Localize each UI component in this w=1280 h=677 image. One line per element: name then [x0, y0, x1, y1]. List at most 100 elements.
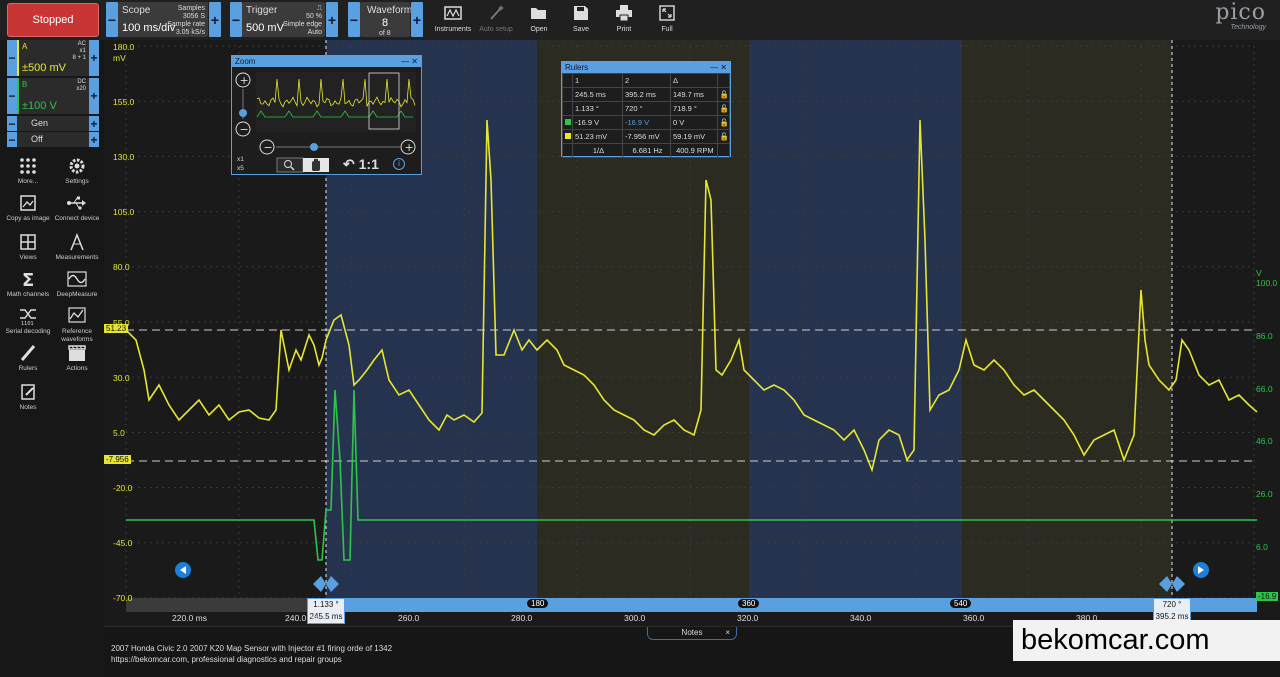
timebase-decrease-button[interactable]: −	[106, 2, 118, 37]
channel-b-range-decrease[interactable]: −	[7, 78, 17, 114]
svg-text:+: +	[405, 141, 414, 154]
notes-button[interactable]: Notes	[4, 383, 52, 412]
rulers-window-controls[interactable]: — ✕	[710, 62, 727, 73]
amplitude-ruler-2-badge[interactable]: -7.956	[104, 455, 131, 464]
run-stop-button[interactable]: Stopped	[7, 3, 99, 37]
channel-a-tick-label: 180.0	[113, 42, 135, 52]
generator-state-increase[interactable]: +	[89, 132, 99, 147]
timebase-increase-button[interactable]: +	[209, 2, 221, 37]
rulers-button[interactable]: Rulers	[4, 344, 52, 373]
channel-a-tick-label: 105.0	[113, 207, 135, 218]
scope-timebase-control[interactable]: Scope 100 ms/div Samples 3056 S Sample r…	[118, 2, 208, 37]
time-ruler-1-handle-left[interactable]	[313, 576, 326, 592]
waveform-label: Waveform	[367, 5, 413, 16]
rising-edge-icon: ⎍	[317, 5, 322, 12]
trigger-increase-button[interactable]: +	[326, 2, 338, 37]
generator-label: Gen	[17, 116, 89, 131]
channel-b-ruler-badge[interactable]: -16.9	[1256, 592, 1279, 601]
waveform-next-button[interactable]: +	[411, 2, 423, 37]
close-icon[interactable]: ×	[725, 627, 730, 639]
channel-b-unit: V	[1256, 268, 1262, 278]
lock-icon[interactable]: 🔓	[716, 115, 731, 130]
zoom-window-controls[interactable]: — ✕	[401, 56, 418, 67]
reference-waveforms-button[interactable]: Reference waveforms	[53, 307, 101, 344]
zoom-window-title-bar[interactable]: Zoom — ✕	[232, 56, 421, 67]
generator-state: Off	[17, 132, 89, 147]
math-channels-button[interactable]: Σ Math channels	[4, 270, 52, 299]
magic-wand-icon	[490, 5, 504, 20]
generator-control[interactable]: − Gen +	[7, 116, 99, 131]
table-row: 245.5 ms 395.2 ms 149.7 ms 🔓	[562, 87, 731, 102]
table-row: 51.23 mV -7.956 mV 59.19 mV 🔓	[562, 129, 731, 144]
channel-a-tick-label: 130.0	[113, 152, 135, 163]
zoom-x-slider-handle[interactable]	[310, 143, 318, 151]
trigger-decrease-button[interactable]: −	[230, 2, 242, 37]
generator-increase[interactable]: +	[89, 116, 99, 131]
channel-a-tick-label: -70.0	[113, 593, 133, 603]
channel-b-range-increase[interactable]: +	[89, 78, 99, 114]
channel-a-swatch	[565, 133, 571, 139]
lock-icon[interactable]: 🔓	[716, 101, 731, 116]
serial-decoding-icon: 1101	[20, 309, 36, 325]
generator-state-decrease[interactable]: −	[7, 132, 17, 147]
zoom-window-title: Zoom	[235, 57, 256, 66]
time-ruler-2-handle-right[interactable]	[1172, 576, 1185, 592]
full-screen-button[interactable]: Full	[642, 2, 692, 36]
channel-b-control[interactable]: − B ±100 V DC x20 +	[7, 78, 99, 114]
rulers-window-title-bar[interactable]: Rulers — ✕	[562, 62, 730, 73]
time-tick-label: 340.0	[850, 613, 872, 623]
gear-icon	[69, 158, 85, 174]
clapper-icon	[68, 345, 86, 361]
zoom-y-slider-handle[interactable]	[239, 109, 247, 117]
info-icon[interactable]: i	[393, 158, 405, 170]
deepmeasure-button[interactable]: DeepMeasure	[53, 270, 101, 299]
more-button[interactable]: More...	[4, 157, 52, 186]
channel-a-range-increase[interactable]: +	[89, 40, 99, 76]
settings-button[interactable]: Settings	[53, 157, 101, 186]
views-button[interactable]: Views	[4, 233, 52, 262]
image-icon	[20, 195, 36, 211]
measurements-icon	[70, 233, 84, 251]
region-highlight-4	[962, 40, 1172, 598]
channel-a-tick-label: 80.0	[113, 262, 130, 273]
trigger-level: 500 mV	[246, 22, 284, 34]
waveform-count: of 8	[379, 30, 391, 37]
lock-icon[interactable]: 🔓	[716, 129, 731, 144]
connect-device-button[interactable]: Connect device	[53, 194, 101, 223]
zoom-overview-plot[interactable]: + − − +	[232, 67, 421, 174]
channel-b-tick-label: 46.0	[1256, 436, 1273, 447]
waveform-previous-button[interactable]: −	[348, 2, 360, 37]
angle-mark-360: 360	[738, 599, 760, 608]
copy-as-image-button[interactable]: Copy as image	[4, 194, 52, 223]
channel-a-tick-label: 5.0	[113, 427, 125, 438]
channel-a-range-decrease[interactable]: −	[7, 40, 17, 76]
generator-state-control[interactable]: − Off +	[7, 132, 99, 147]
channel-a-control[interactable]: − A ±500 mV AC x1 8 + 1 +	[7, 40, 99, 76]
usb-icon	[67, 196, 86, 210]
waveform-buffer-control[interactable]: Waveform 8 of 8	[360, 2, 413, 37]
trigger-control[interactable]: Trigger 500 mV ⎍ 50 % Simple edge Auto	[242, 2, 325, 37]
zoom-reset-button[interactable]: ↶ 1:1	[343, 156, 379, 173]
lock-icon[interactable]: 🔓	[716, 87, 731, 102]
generator-decrease[interactable]: −	[7, 116, 17, 131]
time-tick-label: 320.0	[737, 613, 759, 623]
more-dots-icon	[20, 158, 36, 174]
channel-b-tick-label: 100.0	[1256, 278, 1278, 288]
zoom-tool-button[interactable]	[276, 157, 304, 173]
notes-icon	[21, 384, 35, 400]
rulers-window[interactable]: Rulers — ✕ 1 2 Δ 245.5 ms 395.2 ms 149.7…	[561, 61, 731, 158]
reference-waveforms-icon	[68, 307, 86, 323]
notes-tab[interactable]: Notes ×	[647, 627, 737, 640]
serial-decoding-button[interactable]: 1101 Serial decoding	[4, 307, 52, 336]
channel-a-tick-label: -20.0	[113, 482, 133, 493]
actions-button[interactable]: Actions	[53, 344, 101, 373]
instruments-icon	[444, 6, 462, 20]
channel-b-tick-label: 86.0	[1256, 330, 1273, 341]
measurements-button[interactable]: Measurements	[53, 233, 101, 262]
timeline-bar-selected[interactable]	[326, 598, 1257, 612]
notes-content[interactable]: 2007 Honda Civic 2.0 2007 K20 Map Sensor…	[111, 643, 392, 665]
zoom-overview-window[interactable]: Zoom — ✕ + − − + x1 x5 ↶ 1:1 i	[231, 55, 422, 175]
svg-text:−: −	[264, 141, 273, 154]
rulers-window-title: Rulers	[565, 63, 589, 72]
folder-open-icon	[531, 8, 546, 19]
